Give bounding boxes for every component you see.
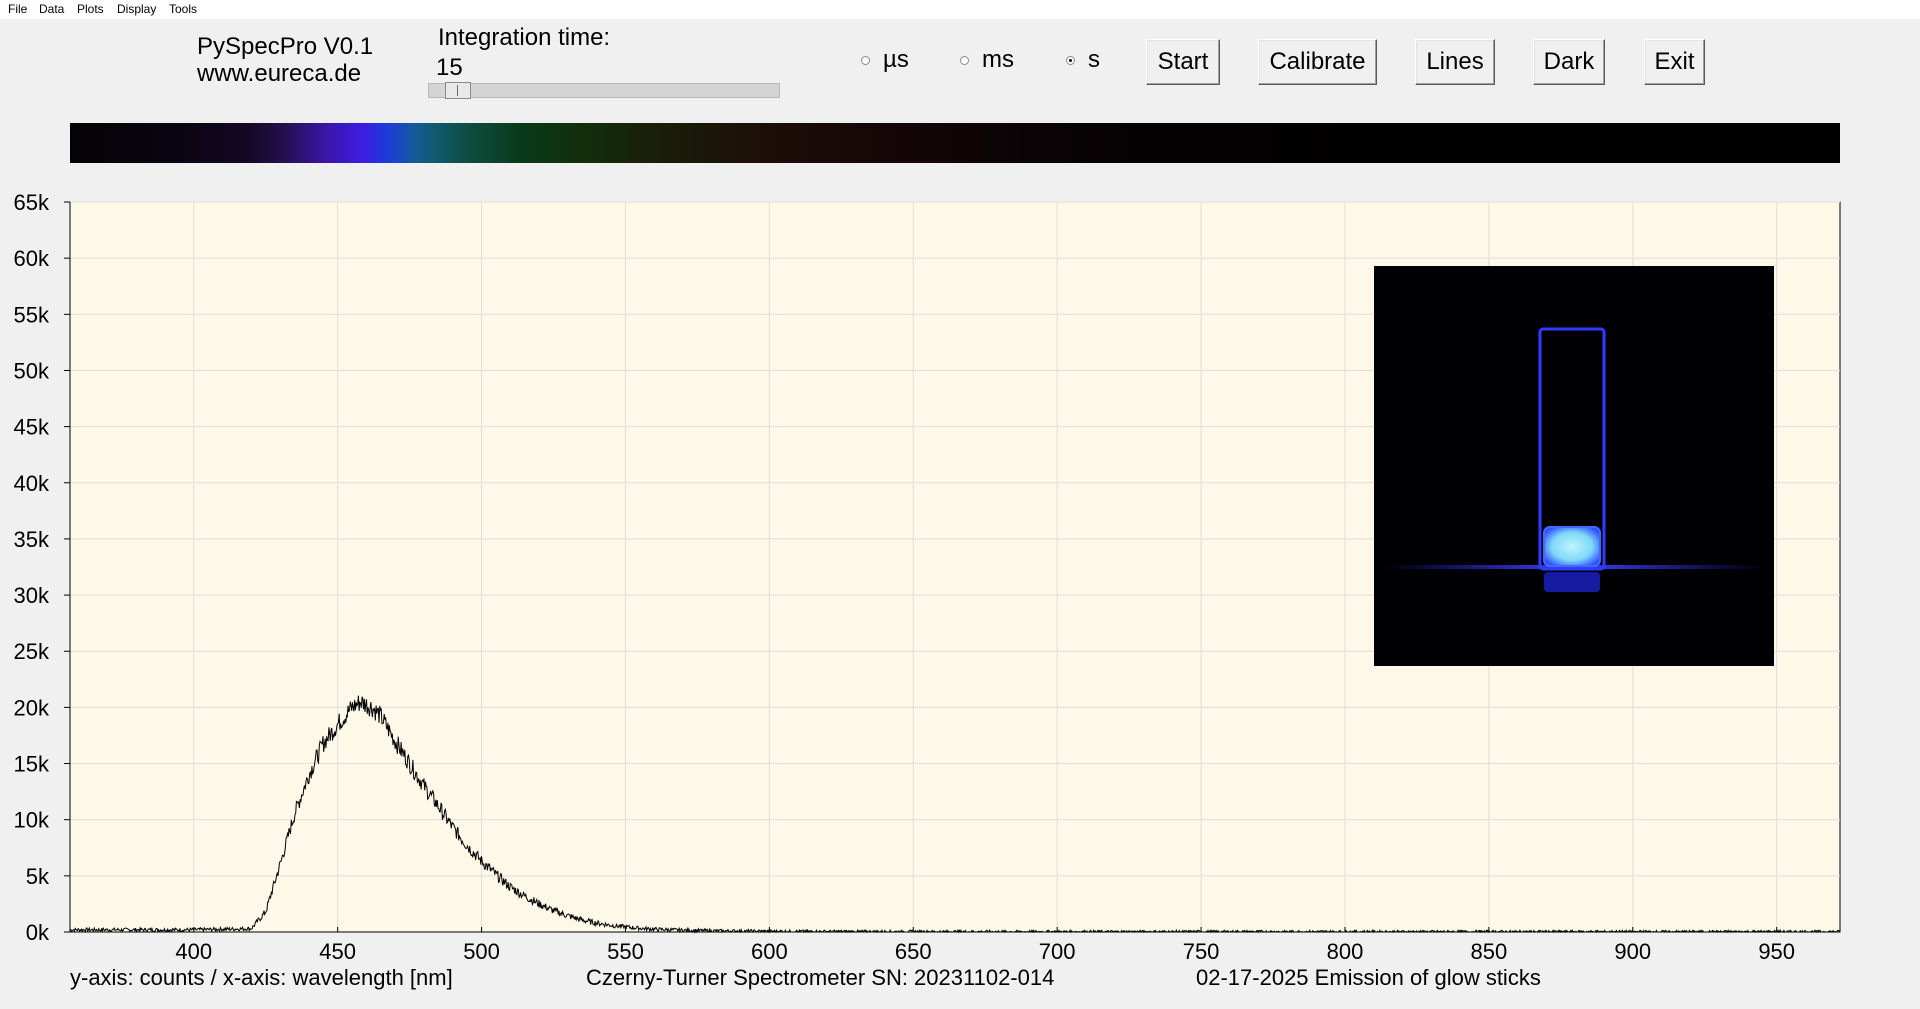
x-tick-label: 400 — [175, 939, 212, 964]
y-tick-label: 45k — [14, 415, 50, 440]
axes-info-label: y-axis: counts / x-axis: wavelength [nm] — [70, 965, 453, 990]
glowing-liquid — [1543, 526, 1601, 567]
spectrum-chart: 400 450 500 550 600 650 700 750 800 850 900 950 0k 5k… — [14, 190, 1841, 964]
y-tick-label: 35k — [14, 527, 50, 552]
y-tick-label: 25k — [14, 639, 50, 664]
y-tick-label: 5k — [26, 864, 50, 889]
x-tick-label: 700 — [1039, 939, 1076, 964]
y-tick-label: 0k — [26, 920, 50, 945]
y-tick-label: 55k — [14, 302, 50, 327]
y-tick-label: 40k — [14, 471, 50, 496]
y-tick-label: 20k — [14, 695, 50, 720]
x-tick-label: 750 — [1183, 939, 1220, 964]
cuvette-base-glow — [1544, 572, 1600, 592]
inset-photo-background — [1374, 266, 1774, 666]
x-tick-label: 450 — [319, 939, 356, 964]
x-tick-label: 600 — [751, 939, 788, 964]
x-tick-label: 800 — [1327, 939, 1364, 964]
y-tick-label: 15k — [14, 752, 50, 777]
x-tick-label: 850 — [1471, 939, 1508, 964]
y-tick-label: 30k — [14, 583, 50, 608]
y-tick-label: 65k — [14, 190, 50, 215]
y-tick-label: 50k — [14, 358, 50, 383]
x-tick-label: 650 — [895, 939, 932, 964]
x-tick-label: 900 — [1614, 939, 1651, 964]
y-tick-label: 60k — [14, 246, 50, 271]
y-tick-label: 10k — [14, 808, 50, 833]
device-label: Czerny-Turner Spectrometer SN: 20231102-… — [586, 965, 1055, 990]
measurement-note: 02-17-2025 Emission of glow sticks — [1196, 965, 1541, 990]
x-tick-label: 950 — [1758, 939, 1795, 964]
x-tick-label: 500 — [463, 939, 500, 964]
x-tick-label: 550 — [607, 939, 644, 964]
inset-photo — [1374, 266, 1774, 666]
